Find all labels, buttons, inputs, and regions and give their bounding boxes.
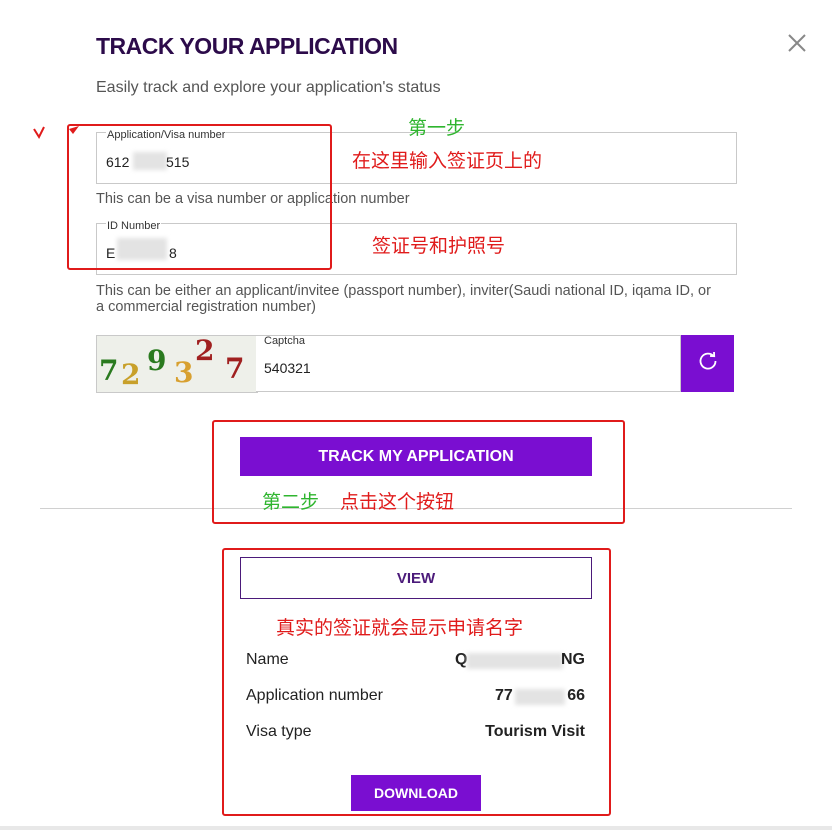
page-title: TRACK YOUR APPLICATION [96,33,398,59]
page-subtitle: Easily track and explore your applicatio… [96,79,441,96]
close-icon[interactable] [784,30,810,56]
refresh-icon [697,350,719,377]
annotation-box-result [222,548,611,816]
annotation-step2: 第二步 [262,491,320,513]
annotation-step1-note2: 签证号和护照号 [372,235,506,257]
captcha-input[interactable]: Captcha 540321 [256,335,681,392]
annotation-step1-note: 在这里输入签证页上的 [352,150,543,172]
captcha-digit: 2 [195,335,215,367]
annotation-step2-note: 点击这个按钮 [340,491,455,513]
captcha-digit: 7 [99,354,119,387]
annotation-step1: 第一步 [408,117,466,139]
captcha-label: Captcha [264,335,305,347]
annotation-box-step1 [67,124,332,270]
captcha-value: 540321 [264,360,311,376]
annotation-result-note: 真实的签证就会显示申请名字 [276,617,524,639]
bottom-edge [0,826,832,830]
captcha-digit: 9 [147,344,167,377]
refresh-captcha-button[interactable] [681,335,734,392]
id-hint-line-1: This can be either an applicant/invitee … [96,283,711,299]
captcha-digit: 3 [174,356,194,389]
captcha-digit: 7 [225,352,245,385]
captcha-digit: 2 [121,358,141,391]
id-hint-line-2: a commercial registration number) [96,299,316,315]
captcha-image: 7 2 9 3 2 7 [96,335,258,393]
annotation-arrow-icon [33,125,83,146]
